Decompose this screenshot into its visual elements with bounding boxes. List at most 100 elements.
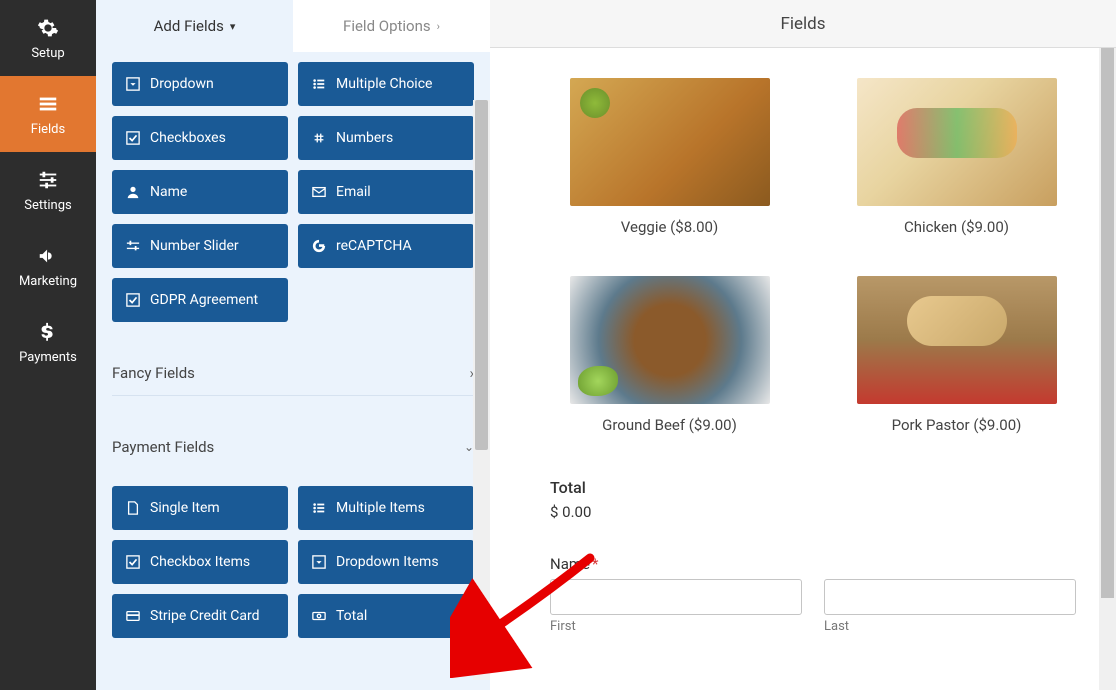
first-name-sublabel: First: [550, 619, 802, 634]
caret-square-icon: [312, 555, 326, 569]
fields-list: Dropdown Multiple Choice Checkboxes Numb…: [96, 52, 490, 690]
preview-header: Fields: [490, 0, 1116, 48]
list-icon: [36, 92, 60, 116]
field-label: Stripe Credit Card: [150, 608, 260, 624]
field-label: GDPR Agreement: [150, 292, 258, 308]
field-label: Dropdown: [150, 76, 214, 92]
field-single-item[interactable]: Single Item: [112, 486, 288, 530]
list-ul-icon: [312, 77, 326, 91]
total-value: $ 0.00: [550, 503, 1076, 521]
product-image: [570, 78, 770, 206]
scrollbar-thumb[interactable]: [475, 100, 488, 450]
tab-field-options[interactable]: Field Options ›: [293, 0, 490, 52]
caret-square-icon: [126, 77, 140, 91]
preview-panel: Fields Veggie ($8.00) Chicken ($9.00) Gr…: [490, 0, 1116, 690]
field-recaptcha[interactable]: reCAPTCHA: [298, 224, 474, 268]
money-icon: [312, 609, 326, 623]
field-label: Number Slider: [150, 238, 239, 254]
sidebar-item-setup[interactable]: Setup: [0, 0, 96, 76]
total-label: Total: [550, 478, 1076, 497]
field-name[interactable]: Name: [112, 170, 288, 214]
field-checkbox-items[interactable]: Checkbox Items: [112, 540, 288, 584]
panel-tabs: Add Fields ▾ Field Options ›: [96, 0, 490, 52]
sidebar-item-label: Setup: [31, 46, 64, 61]
product-label: Pork Pastor ($9.00): [892, 416, 1022, 434]
product-item[interactable]: Ground Beef ($9.00): [550, 276, 789, 434]
field-label: Email: [336, 184, 371, 200]
field-multiple-items[interactable]: Multiple Items: [298, 486, 474, 530]
hashtag-icon: [312, 131, 326, 145]
product-item[interactable]: Chicken ($9.00): [837, 78, 1076, 236]
user-icon: [126, 185, 140, 199]
tab-add-fields[interactable]: Add Fields ▾: [96, 0, 293, 52]
field-label: Checkboxes: [150, 130, 226, 146]
product-label: Ground Beef ($9.00): [602, 416, 737, 434]
product-label: Veggie ($8.00): [621, 218, 718, 236]
envelope-icon: [312, 185, 326, 199]
sliders-icon: [36, 168, 60, 192]
section-fancy-fields[interactable]: Fancy Fields ›: [112, 350, 474, 396]
total-field[interactable]: Total $ 0.00: [550, 478, 1076, 521]
last-name-input[interactable]: [824, 579, 1076, 615]
field-label: Numbers: [336, 130, 393, 146]
credit-card-icon: [126, 609, 140, 623]
product-label: Chicken ($9.00): [904, 218, 1009, 236]
sidebar-item-marketing[interactable]: Marketing: [0, 228, 96, 304]
field-label: Single Item: [150, 500, 220, 516]
field-gdpr[interactable]: GDPR Agreement: [112, 278, 288, 322]
field-stripe-credit-card[interactable]: Stripe Credit Card: [112, 594, 288, 638]
field-dropdown-items[interactable]: Dropdown Items: [298, 540, 474, 584]
field-email[interactable]: Email: [298, 170, 474, 214]
field-label: reCAPTCHA: [336, 238, 412, 254]
first-name-input[interactable]: [550, 579, 802, 615]
file-icon: [126, 501, 140, 515]
field-multiple-choice[interactable]: Multiple Choice: [298, 62, 474, 106]
google-icon: [312, 239, 326, 253]
gear-icon: [36, 16, 60, 40]
label-text: Name: [550, 555, 590, 573]
list-ul-icon: [312, 501, 326, 515]
product-item[interactable]: Pork Pastor ($9.00): [837, 276, 1076, 434]
last-name-sublabel: Last: [824, 619, 1076, 634]
product-image: [570, 276, 770, 404]
tab-label: Field Options: [343, 17, 431, 35]
sidebar-item-payments[interactable]: Payments: [0, 304, 96, 380]
section-payment-fields[interactable]: Payment Fields ⌄: [112, 424, 474, 470]
preview-scrollbar-thumb[interactable]: [1101, 48, 1114, 598]
field-label: Dropdown Items: [336, 554, 439, 570]
field-total[interactable]: Total: [298, 594, 474, 638]
sidebar-item-label: Marketing: [19, 274, 77, 289]
field-label: Multiple Items: [336, 500, 425, 516]
sliders-h-icon: [126, 239, 140, 253]
field-label: Total: [336, 608, 367, 624]
sidebar-item-label: Settings: [24, 198, 71, 213]
name-field: Name* First Last: [550, 555, 1076, 634]
field-label: Checkbox Items: [150, 554, 250, 570]
field-number-slider[interactable]: Number Slider: [112, 224, 288, 268]
field-dropdown[interactable]: Dropdown: [112, 62, 288, 106]
field-checkboxes[interactable]: Checkboxes: [112, 116, 288, 160]
product-image: [857, 78, 1057, 206]
check-square-icon: [126, 293, 140, 307]
required-mark: *: [592, 555, 598, 573]
field-numbers[interactable]: Numbers: [298, 116, 474, 160]
sidebar: Setup Fields Settings Marketing Payments: [0, 0, 96, 690]
sidebar-item-label: Payments: [19, 350, 77, 365]
product-grid: Veggie ($8.00) Chicken ($9.00) Ground Be…: [550, 78, 1076, 434]
product-image: [857, 276, 1057, 404]
page-title: Fields: [780, 14, 825, 34]
section-label: Payment Fields: [112, 438, 214, 456]
chevron-right-icon: ›: [437, 20, 440, 33]
bullhorn-icon: [36, 244, 60, 268]
sidebar-item-settings[interactable]: Settings: [0, 152, 96, 228]
field-label: Multiple Choice: [336, 76, 432, 92]
preview-content: Veggie ($8.00) Chicken ($9.00) Ground Be…: [490, 48, 1116, 690]
product-item[interactable]: Veggie ($8.00): [550, 78, 789, 236]
section-label: Fancy Fields: [112, 364, 195, 382]
name-field-label: Name*: [550, 555, 1076, 573]
sidebar-item-label: Fields: [31, 122, 65, 137]
sidebar-item-fields[interactable]: Fields: [0, 76, 96, 152]
left-panel: Add Fields ▾ Field Options › Dropdown Mu…: [96, 0, 490, 690]
check-square-icon: [126, 555, 140, 569]
field-label: Name: [150, 184, 187, 200]
